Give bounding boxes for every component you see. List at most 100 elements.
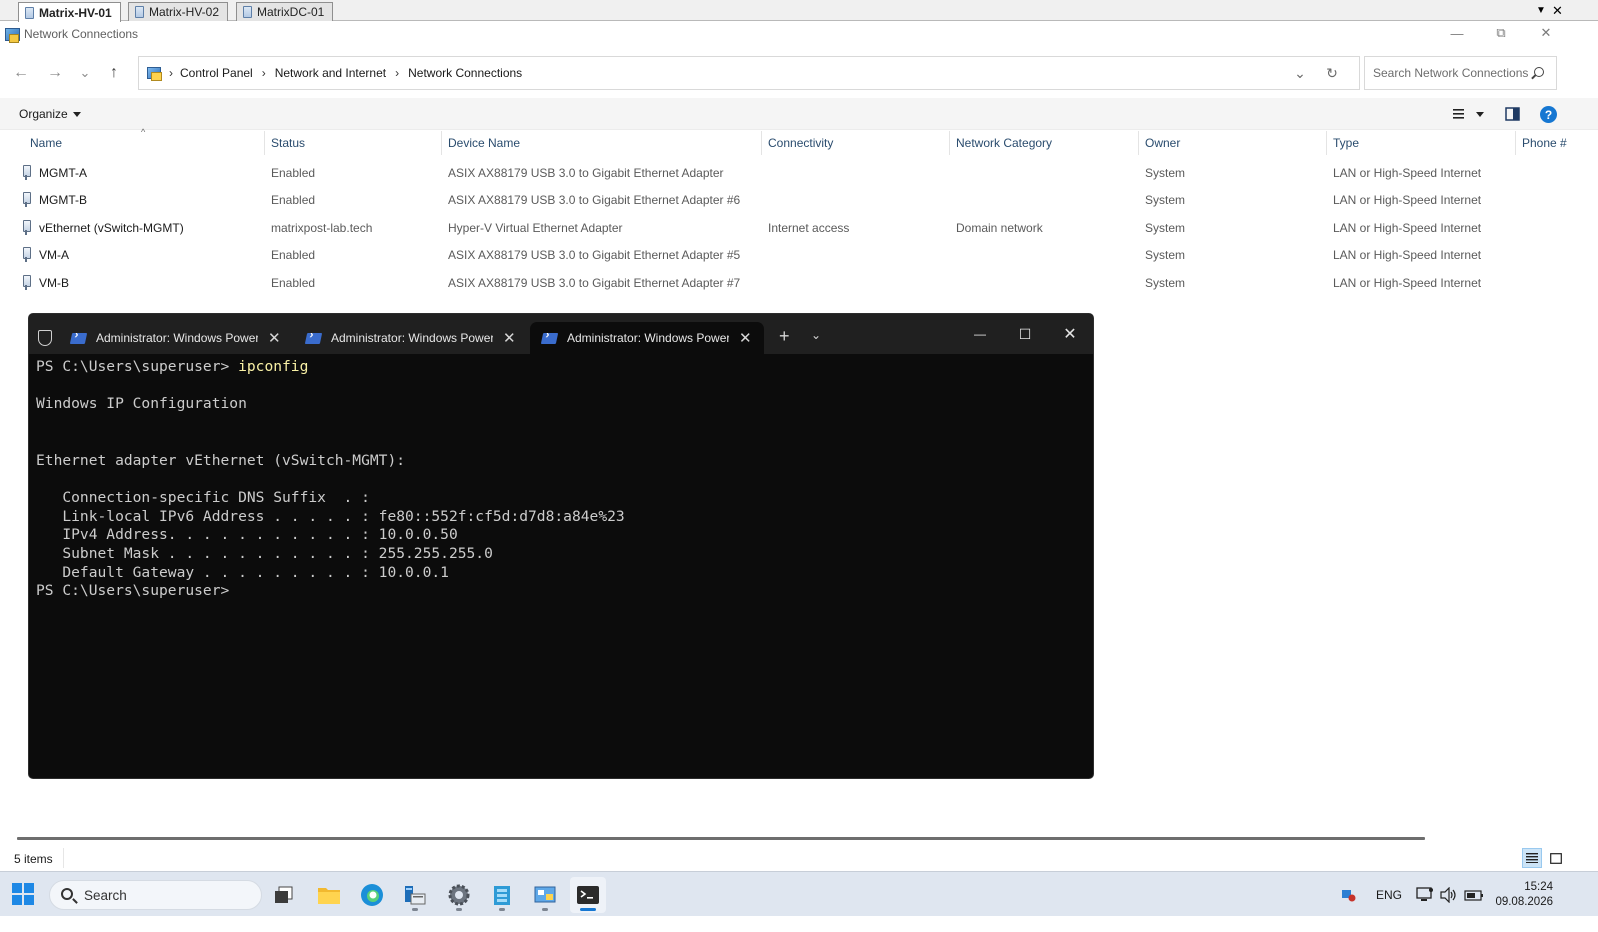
- table-row[interactable]: VM-B Enabled ASIX AX88179 USB 3.0 to Gig…: [0, 269, 1598, 296]
- organize-button[interactable]: Organize: [19, 107, 81, 121]
- terminal-tab[interactable]: Administrator: Windows PowerShell ✕: [59, 322, 293, 354]
- terminal-minimize-button[interactable]: —: [957, 322, 1003, 346]
- terminal-maximize-button[interactable]: ☐: [1002, 322, 1048, 346]
- terminal-close-button[interactable]: ✕: [1047, 322, 1093, 346]
- restore-button[interactable]: ⧉: [1478, 22, 1524, 44]
- powershell-icon: [69, 332, 88, 344]
- start-button[interactable]: [12, 883, 34, 905]
- connection-status: Enabled: [271, 165, 316, 180]
- type: LAN or High-Speed Internet: [1333, 275, 1482, 290]
- terminal-icon: [577, 886, 599, 904]
- gear-icon: [448, 884, 470, 906]
- tab-dropdown-icon[interactable]: ⌄: [811, 328, 821, 342]
- settings-button[interactable]: [441, 877, 477, 913]
- task-view-button[interactable]: [266, 877, 302, 913]
- type: LAN or High-Speed Internet: [1333, 165, 1482, 180]
- column-header-status[interactable]: Status: [265, 131, 442, 155]
- shield-icon: [38, 330, 52, 346]
- close-tab-icon[interactable]: ✕: [503, 329, 516, 347]
- help-button[interactable]: ?: [1540, 106, 1557, 123]
- file-explorer-button[interactable]: [311, 877, 347, 913]
- terminal-button[interactable]: [570, 877, 606, 913]
- control-panel-button[interactable]: [527, 877, 563, 913]
- taskbar-clock[interactable]: 15:24 09.08.2026: [1495, 880, 1553, 910]
- powershell-icon: [540, 332, 559, 344]
- edge-browser-button[interactable]: [354, 877, 390, 913]
- type: LAN or High-Speed Internet: [1333, 247, 1482, 262]
- taskbar-search-label: Search: [84, 887, 127, 903]
- close-tab-icon[interactable]: ✕: [268, 329, 281, 347]
- terminal-tab-label: Administrator: Windows PowerShell: [331, 331, 493, 345]
- terminal-tab[interactable]: Administrator: Windows PowerShell ✕: [294, 322, 528, 354]
- search-placeholder: Search Network Connections: [1373, 66, 1529, 80]
- folder-icon: [318, 888, 340, 904]
- terminal-output-area[interactable]: PS C:\Users\superuser> ipconfig Windows …: [36, 358, 625, 601]
- column-header-network-category[interactable]: Network Category: [950, 131, 1139, 155]
- details-view-button[interactable]: [1522, 848, 1542, 868]
- table-row[interactable]: MGMT-A Enabled ASIX AX88179 USB 3.0 to G…: [0, 159, 1598, 186]
- tray-network-icon[interactable]: [1416, 872, 1434, 917]
- view-options-caret-icon[interactable]: [1476, 112, 1484, 117]
- device-name: ASIX AX88179 USB 3.0 to Gigabit Ethernet…: [448, 192, 741, 207]
- type: LAN or High-Speed Internet: [1333, 220, 1482, 235]
- clock-date: 09.08.2026: [1495, 896, 1553, 908]
- rdp-tab-label: MatrixDC-01: [257, 5, 325, 19]
- refresh-icon[interactable]: ↻: [1317, 57, 1347, 89]
- column-header-owner[interactable]: Owner: [1139, 131, 1327, 155]
- search-input[interactable]: Search Network Connections: [1364, 56, 1557, 90]
- preview-pane-icon[interactable]: [1505, 107, 1521, 121]
- up-button[interactable]: ↑: [102, 61, 126, 85]
- breadcrumb-network-connections[interactable]: Network Connections: [408, 66, 522, 80]
- new-tab-icon[interactable]: +: [779, 326, 790, 347]
- column-header-connectivity[interactable]: Connectivity: [762, 131, 950, 155]
- caret-down-icon: [72, 111, 81, 117]
- tray-network-shield-icon[interactable]: [1340, 872, 1356, 917]
- column-header-phone[interactable]: Phone #: [1516, 131, 1598, 155]
- rdp-close-icon[interactable]: ✕: [1552, 3, 1563, 19]
- connection-name: MGMT-B: [39, 192, 87, 207]
- item-count: 5 items: [14, 852, 53, 866]
- breadcrumb-control-panel[interactable]: Control Panel: [180, 66, 253, 80]
- address-dropdown-icon[interactable]: ⌄: [1285, 57, 1315, 89]
- terminal-tab-active[interactable]: Administrator: Windows PowerShell ✕: [530, 322, 764, 354]
- command-bar: Organize: [0, 98, 1598, 130]
- column-header-device-name[interactable]: Device Name: [442, 131, 762, 155]
- close-tab-icon[interactable]: ✕: [739, 329, 752, 347]
- network-adapter-icon: [22, 247, 31, 262]
- address-bar[interactable]: › Control Panel › Network and Internet ›…: [138, 56, 1360, 90]
- hyper-v-manager-button[interactable]: [484, 877, 520, 913]
- rdp-dropdown-icon[interactable]: ▼: [1536, 5, 1546, 16]
- details-view-icon: [1526, 853, 1538, 863]
- table-row[interactable]: VM-A Enabled ASIX AX88179 USB 3.0 to Gig…: [0, 241, 1598, 268]
- network-adapter-icon: [22, 165, 31, 180]
- forward-button[interactable]: →: [43, 61, 67, 85]
- owner: System: [1145, 275, 1186, 290]
- active-indicator: [580, 908, 596, 911]
- back-button[interactable]: ←: [9, 61, 33, 85]
- horizontal-scrollbar[interactable]: [17, 837, 1425, 840]
- rdp-tab-matrix-hv-01[interactable]: Matrix-HV-01: [18, 2, 121, 22]
- running-indicator: [456, 908, 462, 911]
- server-manager-button[interactable]: [397, 877, 433, 913]
- network-category: Domain network: [956, 220, 1043, 235]
- recent-locations-button[interactable]: ⌄: [73, 61, 97, 85]
- breadcrumb-separator: ›: [169, 66, 173, 80]
- owner: System: [1145, 165, 1186, 180]
- tray-volume-icon[interactable]: [1440, 872, 1458, 917]
- tray-language[interactable]: ENG: [1376, 872, 1402, 917]
- close-button[interactable]: ✕: [1523, 22, 1569, 44]
- table-row[interactable]: MGMT-B Enabled ASIX AX88179 USB 3.0 to G…: [0, 186, 1598, 213]
- breadcrumb-network-and-internet[interactable]: Network and Internet: [275, 66, 386, 80]
- rdp-tab-matrix-hv-02[interactable]: Matrix-HV-02: [128, 2, 229, 21]
- column-header-type[interactable]: Type: [1327, 131, 1516, 155]
- running-indicator: [499, 908, 505, 911]
- table-row[interactable]: vEthernet (vSwitch-MGMT) matrixpost-lab.…: [0, 214, 1598, 241]
- connection-name: vEthernet (vSwitch-MGMT): [39, 220, 184, 235]
- large-icons-view-button[interactable]: [1546, 848, 1566, 868]
- change-view-icon[interactable]: [1452, 107, 1468, 121]
- tray-battery-icon[interactable]: [1464, 872, 1484, 917]
- minimize-button[interactable]: —: [1434, 22, 1480, 44]
- column-header-name[interactable]: Name: [24, 131, 265, 155]
- taskbar-search[interactable]: Search: [49, 880, 262, 910]
- rdp-tab-matrixdc-01[interactable]: MatrixDC-01: [236, 2, 334, 21]
